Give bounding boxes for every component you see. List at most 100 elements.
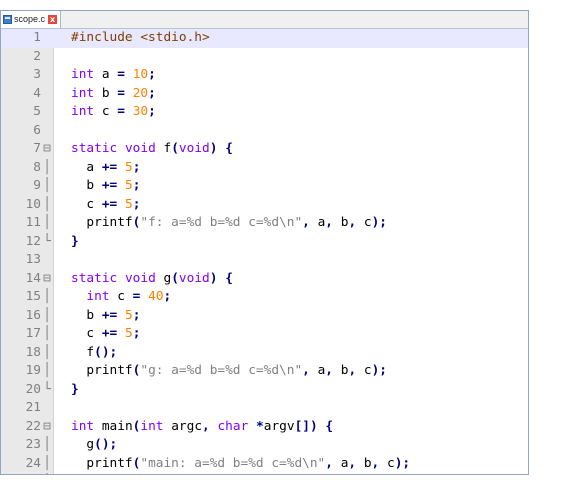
code-token-id: argc xyxy=(163,418,203,434)
code-line[interactable]: 20 └} xyxy=(1,381,528,400)
code-token-num: 10 xyxy=(132,67,149,82)
code-token-op: } xyxy=(71,233,79,249)
code-line[interactable]: 9 │ b += 5; xyxy=(1,177,528,196)
close-icon[interactable]: x xyxy=(48,15,58,24)
code-token-op: ( xyxy=(171,270,179,286)
code-token-id xyxy=(117,308,125,323)
code-token-num: 5 xyxy=(124,307,133,323)
code-line[interactable]: 1 #include <stdio.h> xyxy=(1,29,528,48)
code-line[interactable]: 18 │ f(); xyxy=(1,344,528,363)
code-line[interactable]: 12 └} xyxy=(1,233,528,252)
code-text: printf("main: a=%d b=%d c=%d\n", a, b, c… xyxy=(71,455,410,474)
line-number: 15 xyxy=(25,289,41,304)
code-text: f(); xyxy=(71,344,117,363)
code-token-op: } xyxy=(71,381,79,397)
code-line[interactable]: 5 int c = 30; xyxy=(1,103,528,122)
code-token-type: static xyxy=(71,270,118,286)
code-token-id: f xyxy=(155,141,172,156)
code-line[interactable]: 17 │ c += 5; xyxy=(1,325,528,344)
code-token-op: , xyxy=(202,418,210,434)
editor-window: scope.c x 1 #include <stdio.h> 2 3 int a = 1… xyxy=(0,10,529,475)
code-token-op: , xyxy=(302,215,310,230)
code-token-op: += xyxy=(101,307,118,323)
code-line[interactable]: 7 ⊟ static void f(void) { xyxy=(1,140,528,159)
code-text: int a = 10; xyxy=(71,66,156,85)
line-number: 12 xyxy=(25,233,41,249)
code-line[interactable]: 2 xyxy=(1,48,528,67)
line-number: 22 xyxy=(25,418,41,434)
fold-guide: │ xyxy=(43,437,51,452)
code-text: a += 5; xyxy=(71,159,140,178)
code-text: } xyxy=(71,473,79,474)
code-token-id: c xyxy=(379,455,395,471)
code-line[interactable]: 10 │ c += 5; xyxy=(1,196,528,215)
line-number: 7 xyxy=(33,141,41,156)
code-token-str: "g: a=%d b=%d c=%d\n" xyxy=(140,363,303,378)
code-token-op: , xyxy=(348,363,357,378)
code-token-op: { xyxy=(325,418,334,434)
code-token-num: 5 xyxy=(124,196,133,212)
code-area[interactable]: 1 #include <stdio.h> 2 3 int a = 10; 4 int b =… xyxy=(1,29,528,474)
code-line[interactable]: 24 │ printf("main: a=%d b=%d c=%d\n", a, … xyxy=(1,455,528,474)
code-text: } xyxy=(71,381,79,400)
fold-toggle-icon[interactable]: ⊟ xyxy=(43,270,51,289)
code-token-id xyxy=(117,178,125,193)
code-line[interactable]: 8 │ a += 5; xyxy=(1,159,528,178)
code-token-op: ); xyxy=(371,215,387,230)
code-token-op: ; xyxy=(132,307,141,323)
code-text: g(); xyxy=(71,436,117,455)
code-line[interactable]: 3 int a = 10; xyxy=(1,66,528,85)
code-text: int c = 40; xyxy=(71,288,171,307)
code-token-num: 5 xyxy=(124,326,133,341)
code-token-op: += xyxy=(101,159,118,175)
code-token-op: { xyxy=(225,141,233,156)
tab-label: scope.c xyxy=(14,14,46,24)
fold-toggle-icon[interactable]: ⊟ xyxy=(43,418,51,437)
code-line[interactable]: 6 xyxy=(1,122,528,141)
code-line[interactable]: 21 xyxy=(1,399,528,418)
code-token-op: ; xyxy=(132,159,141,175)
code-line[interactable]: 19 │ printf("g: a=%d b=%d c=%d\n", a, b, … xyxy=(1,362,528,381)
code-token-op: { xyxy=(225,270,233,286)
code-text: static void g(void) { xyxy=(71,270,233,289)
fold-guide: │ xyxy=(43,159,51,175)
line-number: 4 xyxy=(33,85,41,101)
code-token-id xyxy=(117,326,125,341)
code-token-op: = xyxy=(117,67,125,82)
code-token-id: c xyxy=(109,289,133,304)
code-token-op: ; xyxy=(132,178,141,193)
line-number: 8 xyxy=(33,159,41,175)
code-text: #include <stdio.h> xyxy=(71,29,210,48)
code-token-op: ; xyxy=(132,326,141,341)
code-token-id: b xyxy=(71,307,102,323)
code-text: int main(int argc, char *argv[]) { xyxy=(71,418,333,437)
fold-guide: └ xyxy=(43,473,51,474)
code-token-id: a xyxy=(71,159,102,175)
code-text: } xyxy=(71,233,79,252)
code-line[interactable]: 13 xyxy=(1,251,528,270)
code-token-num: 5 xyxy=(124,159,133,175)
line-number: 2 xyxy=(33,48,41,64)
code-line[interactable]: 25└} xyxy=(1,473,528,474)
code-token-op: ; xyxy=(132,196,141,212)
code-token-id xyxy=(117,160,125,175)
code-token-op: * xyxy=(256,418,264,434)
code-line[interactable]: 16 │ b += 5; xyxy=(1,307,528,326)
code-line[interactable]: 23 │ g(); xyxy=(1,436,528,455)
line-number: 25 xyxy=(1,473,41,474)
fold-toggle-icon[interactable]: ⊟ xyxy=(43,140,51,159)
code-token-op: ; xyxy=(148,104,156,119)
code-token-type: void xyxy=(178,141,210,156)
save-file-icon xyxy=(3,15,12,24)
code-line[interactable]: 15 │ int c = 40; xyxy=(1,288,528,307)
code-line[interactable]: 14 ⊟ static void g(void) { xyxy=(1,270,528,289)
code-token-op: ; xyxy=(163,289,172,304)
tab-scope-c[interactable]: scope.c x xyxy=(1,11,62,28)
code-line[interactable]: 22 ⊟ int main(int argc, char *argv[]) { xyxy=(1,418,528,437)
code-token-num: 40 xyxy=(148,289,164,304)
code-line[interactable]: 4 int b = 20; xyxy=(1,85,528,104)
code-token-op: ( xyxy=(171,141,179,156)
code-line[interactable]: 11 │ printf("f: a=%d b=%d c=%d\n", a, b, … xyxy=(1,214,528,233)
fold-guide: │ xyxy=(43,215,51,230)
line-number: 24 xyxy=(25,455,41,471)
